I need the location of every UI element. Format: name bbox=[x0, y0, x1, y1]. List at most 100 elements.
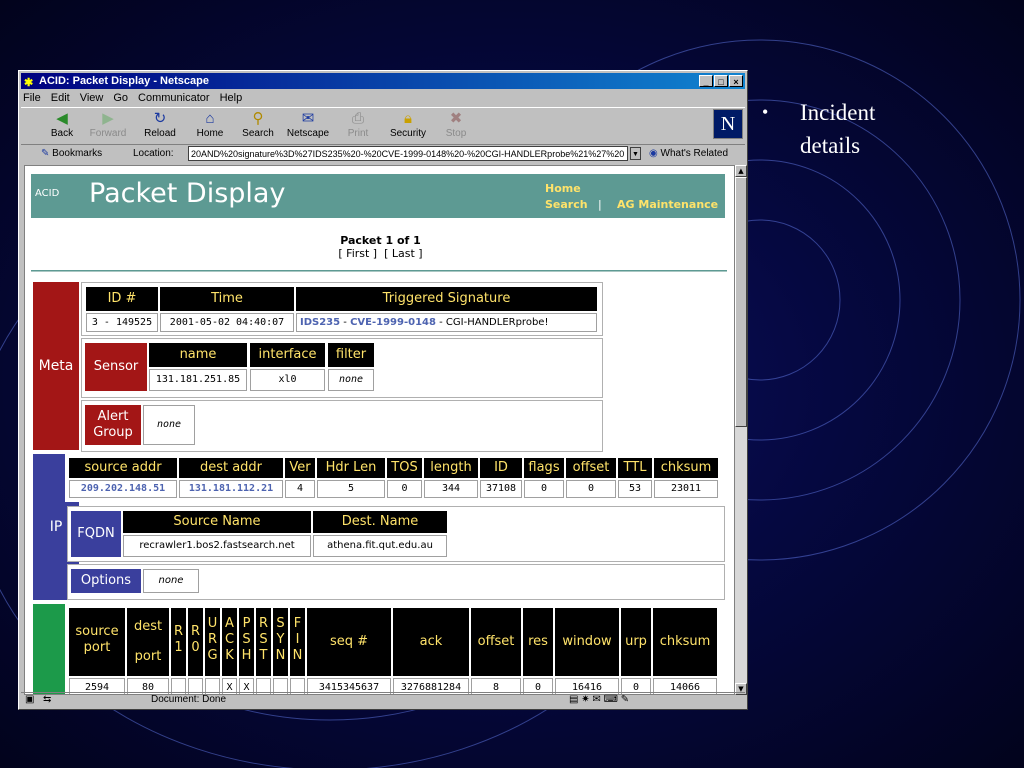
security-button[interactable]: 🔒︎ Security bbox=[385, 110, 431, 139]
menu-edit[interactable]: Edit bbox=[51, 90, 70, 106]
window-title: ACID: Packet Display - Netscape bbox=[39, 75, 209, 87]
last-link[interactable]: [ Last ] bbox=[384, 247, 423, 260]
ip-hdr-len: 5 bbox=[317, 480, 385, 498]
home-icon: ⌂ bbox=[205, 110, 215, 127]
search-link[interactable]: Search bbox=[545, 198, 588, 211]
header-length: length bbox=[424, 458, 478, 478]
header-source-name: Source Name bbox=[123, 511, 311, 533]
bookmarks-button[interactable]: ✎ Bookmarks bbox=[41, 145, 102, 163]
ids-link[interactable]: IDS235 bbox=[300, 317, 340, 328]
maximize-button[interactable]: □ bbox=[714, 75, 728, 87]
tcp-header-box: source port dest port R 1 R 0 U R G A C … bbox=[65, 604, 729, 694]
location-input[interactable] bbox=[188, 146, 628, 161]
ip-ttl: 53 bbox=[618, 480, 652, 498]
netscape-icon: ✉ bbox=[301, 110, 315, 127]
minimize-button[interactable]: _ bbox=[699, 75, 713, 87]
stop-icon: ✖ bbox=[449, 110, 463, 127]
fqdn-box: FQDN Source Name Dest. Name recrawler1.b… bbox=[67, 506, 725, 562]
header-syn: S Y N bbox=[273, 608, 288, 676]
header-ip-id: ID bbox=[480, 458, 522, 478]
dest-name: athena.fit.qut.edu.au bbox=[313, 535, 447, 557]
stop-button[interactable]: ✖ Stop bbox=[433, 110, 479, 139]
close-button[interactable]: × bbox=[729, 75, 743, 87]
header-tos: TOS bbox=[387, 458, 422, 478]
header-tcp-offset: offset bbox=[471, 608, 521, 676]
sensor-name: 131.181.251.85 bbox=[149, 369, 247, 391]
status-bar: ▣ ⇆ Document: Done ▤ ✷ ✉ ⌨ ✎ bbox=[21, 692, 745, 707]
page-title: Packet Display bbox=[89, 178, 286, 209]
back-button[interactable]: ◀ Back bbox=[39, 110, 85, 139]
alert-group-value: none bbox=[143, 405, 195, 445]
packet-pager: Packet 1 of 1 [ First ] [ Last ] bbox=[25, 234, 734, 260]
acid-label: ACID bbox=[35, 188, 60, 199]
forward-button[interactable]: ▶ Forward bbox=[85, 110, 131, 139]
menu-communicator[interactable]: Communicator bbox=[138, 90, 210, 106]
divider bbox=[31, 270, 727, 272]
vertical-scrollbar[interactable]: ▲ ▼ bbox=[735, 165, 747, 695]
forward-arrow-icon: ▶ bbox=[102, 110, 114, 127]
header-hdr-len: Hdr Len bbox=[317, 458, 385, 478]
reload-icon: ↻ bbox=[153, 110, 167, 127]
menu-view[interactable]: View bbox=[80, 90, 104, 106]
header-res: res bbox=[523, 608, 553, 676]
location-label: Location: bbox=[133, 148, 174, 159]
print-icon: ⎙ bbox=[351, 110, 364, 127]
header-seq: seq # bbox=[307, 608, 391, 676]
netscape-app-icon: ✱ bbox=[24, 77, 34, 89]
source-addr-link[interactable]: 209.202.148.51 bbox=[69, 480, 177, 498]
netscape-logo[interactable]: N bbox=[713, 109, 743, 139]
sensor-box: Sensor name interface filter 131.181.251… bbox=[81, 338, 603, 398]
scroll-up-icon[interactable]: ▲ bbox=[735, 165, 747, 177]
header-flags: flags bbox=[524, 458, 564, 478]
header-dest-name: Dest. Name bbox=[313, 511, 447, 533]
reload-button[interactable]: ↻ Reload bbox=[137, 110, 183, 139]
header-ack: ack bbox=[393, 608, 469, 676]
location-dropdown-icon[interactable]: ▼ bbox=[630, 147, 641, 160]
header-interface: interface bbox=[250, 343, 325, 367]
meta-section-label: Meta bbox=[33, 282, 79, 450]
cve-link[interactable]: CVE-1999-0148 bbox=[350, 317, 436, 328]
header-source-port: source port bbox=[69, 608, 125, 676]
options-box: Options none bbox=[67, 564, 725, 600]
ip-id: 37108 bbox=[480, 480, 522, 498]
home-link[interactable]: Home bbox=[545, 182, 581, 195]
title-bar[interactable]: ✱ ACID: Packet Display - Netscape _ □ × bbox=[21, 73, 745, 89]
ip-tos: 0 bbox=[387, 480, 422, 498]
ag-maintenance-link[interactable]: AG Maintenance bbox=[617, 198, 718, 211]
dest-addr-link[interactable]: 131.181.112.21 bbox=[179, 480, 283, 498]
navigation-toolbar: ◀ Back ▶ Forward ↻ Reload ⌂ Home ⚲ Search ✉ Ne… bbox=[21, 107, 745, 145]
browser-window: ✱ ACID: Packet Display - Netscape _ □ × … bbox=[18, 70, 748, 710]
alert-group-box: Alert Group none bbox=[81, 400, 603, 452]
component-bar-icons[interactable]: ▤ ✷ ✉ ⌨ ✎ bbox=[569, 693, 629, 707]
menu-help[interactable]: Help bbox=[220, 90, 243, 106]
header-ttl: TTL bbox=[618, 458, 652, 478]
alert-time: 2001-05-02 04:40:07 bbox=[160, 313, 294, 332]
header-id: ID # bbox=[86, 287, 158, 311]
sensor-label: Sensor bbox=[85, 343, 147, 391]
whats-related-button[interactable]: ◉ What's Related bbox=[649, 145, 728, 163]
header-filter: filter bbox=[328, 343, 374, 367]
header-time: Time bbox=[160, 287, 294, 311]
menu-bar: File Edit View Go Communicator Help bbox=[23, 90, 242, 106]
online-status-icon: ⇆ bbox=[43, 694, 52, 705]
first-link[interactable]: [ First ] bbox=[338, 247, 377, 260]
netscape-button[interactable]: ✉ Netscape bbox=[285, 110, 331, 139]
fqdn-label: FQDN bbox=[71, 511, 121, 557]
menu-file[interactable]: File bbox=[23, 90, 41, 106]
header-offset: offset bbox=[566, 458, 616, 478]
menu-go[interactable]: Go bbox=[113, 90, 128, 106]
header-ver: Ver bbox=[285, 458, 315, 478]
header-r1: R 1 bbox=[171, 608, 186, 676]
header-source-addr: source addr bbox=[69, 458, 177, 478]
header-r0: R 0 bbox=[188, 608, 203, 676]
alert-group-label: Alert Group bbox=[85, 405, 141, 445]
search-button[interactable]: ⚲ Search bbox=[235, 110, 281, 139]
scroll-thumb[interactable] bbox=[735, 177, 747, 427]
status-text: Document: Done bbox=[151, 694, 227, 705]
header-tcp-chksum: chksum bbox=[653, 608, 717, 676]
security-status-icon[interactable]: ▣ bbox=[25, 693, 34, 707]
print-button[interactable]: ⎙ Print bbox=[335, 110, 381, 139]
location-toolbar: ✎ Bookmarks Location: ▼ ◉ What's Related bbox=[21, 145, 745, 163]
triggered-signature: IDS235 - CVE-1999-0148 - CGI-HANDLERprob… bbox=[296, 313, 597, 332]
home-button[interactable]: ⌂ Home bbox=[187, 110, 233, 139]
